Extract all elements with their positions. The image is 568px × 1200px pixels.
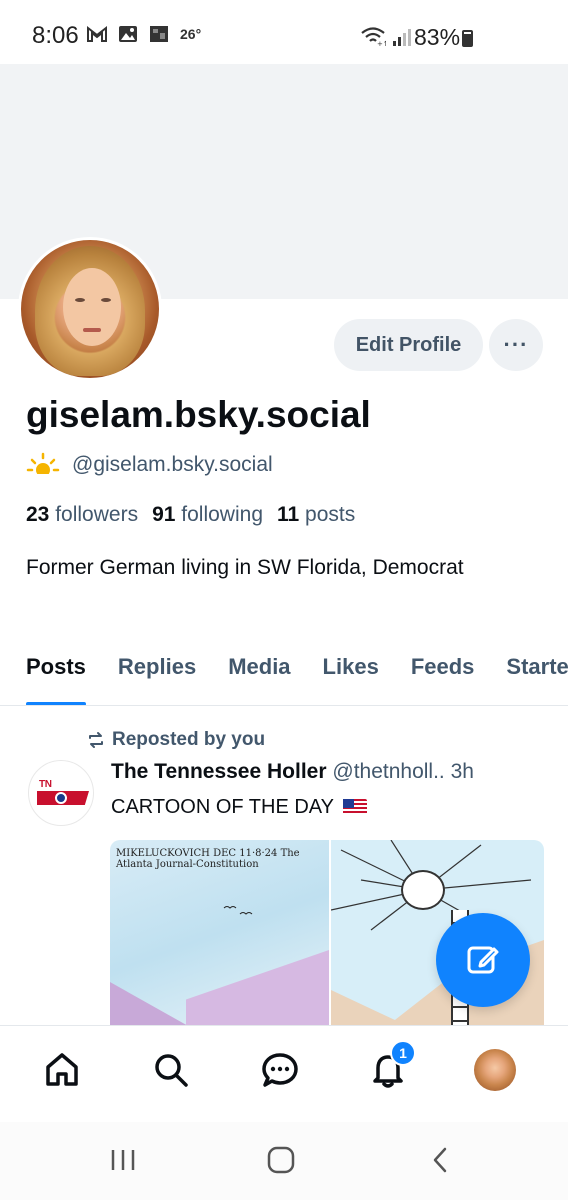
system-navigation-bar [0, 1122, 568, 1200]
profile-stats: 23 followers 91 following 11 posts [26, 503, 355, 527]
chat-icon [262, 1053, 298, 1087]
profile-handle[interactable]: @giselam.bsky.social [72, 453, 273, 477]
followers-stat[interactable]: 23 followers [26, 503, 138, 527]
tab-starter-packs[interactable]: Starter Packs [506, 640, 568, 705]
weather-app-icon [150, 26, 168, 42]
home-icon [46, 1053, 78, 1086]
status-connectivity-icons: +↑ [360, 26, 412, 46]
compose-post-button[interactable] [436, 913, 530, 1007]
more-options-button[interactable]: ··· [489, 319, 543, 371]
search-icon [155, 1054, 188, 1087]
signal-icon [393, 29, 411, 46]
nav-profile-avatar[interactable] [474, 1049, 516, 1091]
status-time: 8:06 [32, 22, 79, 49]
post-text: CARTOON OF THE DAY [111, 796, 368, 819]
status-bar: 8:06 26° +↑ 83% [0, 0, 568, 64]
followers-label: followers [55, 503, 139, 526]
gmail-icon [87, 25, 107, 42]
tab-replies[interactable]: Replies [118, 640, 196, 705]
post-time: 3h [450, 760, 474, 783]
following-count: 91 [152, 503, 176, 526]
ellipsis-icon: ··· [503, 332, 529, 357]
home-button-icon[interactable] [266, 1146, 296, 1174]
battery-icon [462, 30, 473, 47]
following-stat[interactable]: 91 following [152, 503, 263, 527]
battery-percent: 83% [414, 24, 461, 50]
post-author-line[interactable]: The Tennessee Holler @thetnholl.. 3h [111, 760, 474, 784]
nav-chat[interactable] [258, 1048, 302, 1092]
posts-stat: 11 posts [277, 503, 355, 527]
compose-icon [467, 946, 499, 974]
gallery-icon [119, 26, 137, 42]
profile-tabs: Posts Replies Media Likes Feeds Starter … [0, 640, 568, 706]
post-text-content: CARTOON OF THE DAY [111, 796, 334, 818]
tab-posts[interactable]: Posts [26, 640, 86, 705]
repost-icon [89, 732, 103, 748]
bottom-navigation: 1 [0, 1025, 568, 1122]
notification-badge: 1 [390, 1040, 416, 1066]
tab-feeds[interactable]: Feeds [411, 640, 475, 705]
tab-media[interactable]: Media [228, 640, 290, 705]
back-icon[interactable] [426, 1146, 456, 1174]
post-author-name: The Tennessee Holler [111, 760, 327, 783]
wifi-icon: +↑ [361, 27, 386, 46]
nav-home[interactable] [40, 1048, 84, 1092]
us-flag-icon [343, 799, 368, 815]
cartoon-panel-left: MIKELUCKOVICH DEC 11·8·24 The Atlanta Jo… [110, 840, 329, 1026]
post-author-handle: @thetnholl.. [332, 760, 445, 783]
profile-avatar[interactable] [18, 237, 162, 381]
tab-likes[interactable]: Likes [323, 640, 379, 705]
profile-display-name: giselam.bsky.social [26, 394, 371, 435]
posts-count: 11 [277, 503, 300, 526]
profile-bio: Former German living in SW Florida, Demo… [26, 556, 464, 579]
nav-search[interactable] [149, 1048, 193, 1092]
posts-label: posts [305, 503, 356, 526]
repost-indicator: Reposted by you [86, 729, 265, 751]
status-temperature: 26° [180, 26, 202, 42]
cartoon-signature: MIKELUCKOVICH DEC 11·8·24 The Atlanta Jo… [116, 848, 300, 870]
status-notification-icons: 26° [86, 24, 201, 44]
post-author-avatar[interactable]: TN HOLLER [28, 760, 94, 826]
repost-label: Reposted by you [112, 729, 266, 750]
svg-text:+↑: +↑ [377, 40, 386, 46]
sun-behind-cloud-icon [26, 452, 60, 478]
handle-row: @giselam.bsky.social [26, 452, 273, 478]
edit-profile-button[interactable]: Edit Profile [334, 319, 483, 371]
following-label: following [181, 503, 263, 526]
recent-apps-icon[interactable] [108, 1146, 138, 1174]
followers-count: 23 [26, 503, 50, 526]
